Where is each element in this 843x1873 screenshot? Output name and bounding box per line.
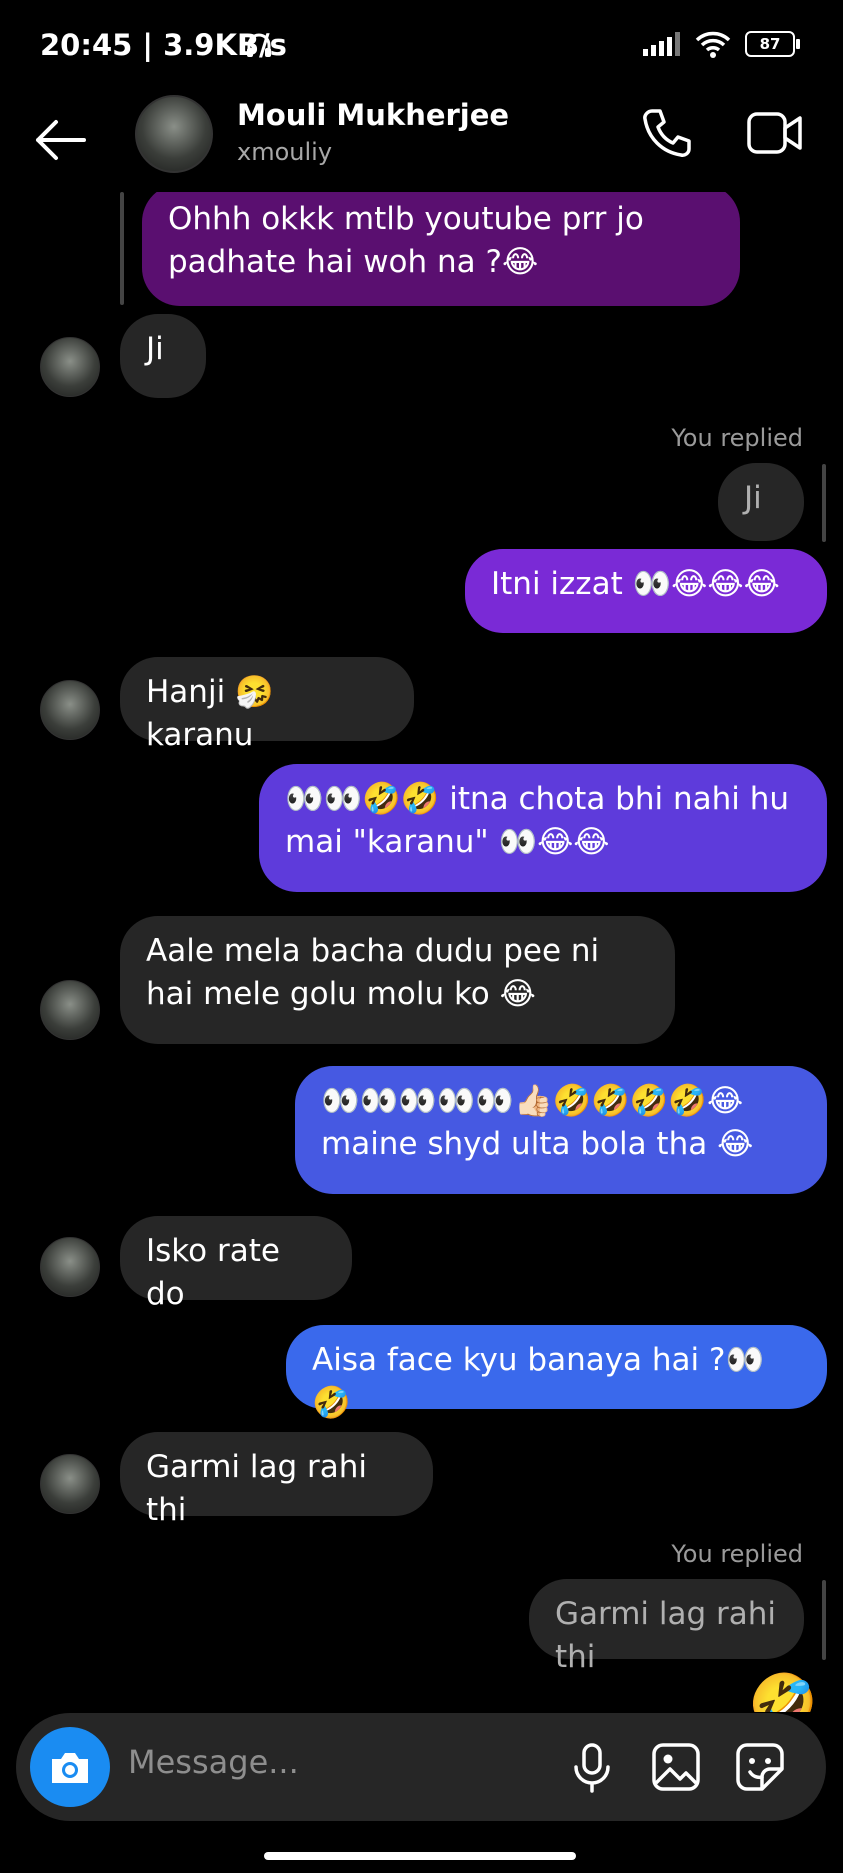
- camera-icon: [48, 1747, 92, 1787]
- avatar[interactable]: [40, 337, 100, 397]
- chat-header: Mouli Mukherjee xmouliy: [0, 92, 843, 192]
- video-call-icon[interactable]: [746, 108, 804, 158]
- battery-level: 87: [759, 35, 781, 53]
- gallery-icon[interactable]: [648, 1739, 704, 1795]
- back-arrow-icon[interactable]: [32, 110, 92, 170]
- message-bubble[interactable]: Aisa face kyu banaya hai ?👀🤣: [286, 1325, 827, 1421]
- avatar[interactable]: [40, 1454, 100, 1514]
- message-bubble[interactable]: Isko rate do: [120, 1216, 352, 1312]
- avatar[interactable]: [40, 1237, 100, 1297]
- avatar[interactable]: [40, 680, 100, 740]
- message-bubble[interactable]: Ohhh okkk mtlb youtube prr jo padhate ha…: [142, 192, 740, 306]
- phone-call-icon[interactable]: [640, 106, 694, 160]
- message-thread[interactable]: Ohhh okkk mtlb youtube prr jo padhate ha…: [0, 192, 843, 1712]
- message-bubble[interactable]: 👀👀👀👀👀👍🏻🤣🤣🤣🤣😂 maine shyd ulta bola tha 😂: [295, 1066, 827, 1194]
- reply-label: You replied: [671, 1540, 803, 1568]
- home-indicator[interactable]: [264, 1852, 576, 1860]
- message-bubble[interactable]: Hanji 🤧 karanu: [120, 657, 414, 753]
- avatar[interactable]: [135, 95, 213, 173]
- reply-label: You replied: [671, 424, 803, 452]
- battery-indicator: 87: [745, 31, 800, 57]
- contact-name[interactable]: Mouli Mukherjee: [237, 98, 509, 132]
- reply-bar: [822, 464, 826, 542]
- avatar[interactable]: [40, 980, 100, 1040]
- sticker-icon[interactable]: [732, 1739, 788, 1795]
- reply-bar: [822, 1580, 826, 1660]
- signal-icon: [643, 32, 681, 56]
- reaction-emoji[interactable]: 🤣: [748, 1670, 818, 1712]
- wifi-icon: [695, 30, 731, 58]
- message-bubble[interactable]: Itni izzat 👀😂😂😂: [465, 549, 827, 633]
- message-composer: Message...: [16, 1713, 826, 1821]
- contact-username[interactable]: xmouliy: [237, 138, 332, 166]
- status-bar: 20:45 | 3.9KB/s 87: [0, 0, 843, 92]
- reply-bar: [120, 192, 124, 305]
- camera-button[interactable]: [30, 1727, 110, 1807]
- message-input[interactable]: Message...: [128, 1743, 299, 1781]
- message-bubble[interactable]: Aale mela bacha dudu pee ni hai mele gol…: [120, 916, 675, 1044]
- message-bubble[interactable]: Garmi lag rahi thi: [120, 1432, 433, 1528]
- microphone-icon[interactable]: [564, 1739, 620, 1795]
- quoted-message[interactable]: Garmi lag rahi thi: [529, 1579, 804, 1675]
- quoted-message[interactable]: Ji: [718, 463, 804, 541]
- message-bubble[interactable]: 👀👀🤣🤣 itna chota bhi nahi hu mai "karanu"…: [259, 764, 827, 892]
- headphones-icon: [244, 30, 274, 60]
- message-bubble[interactable]: Ji: [120, 314, 206, 398]
